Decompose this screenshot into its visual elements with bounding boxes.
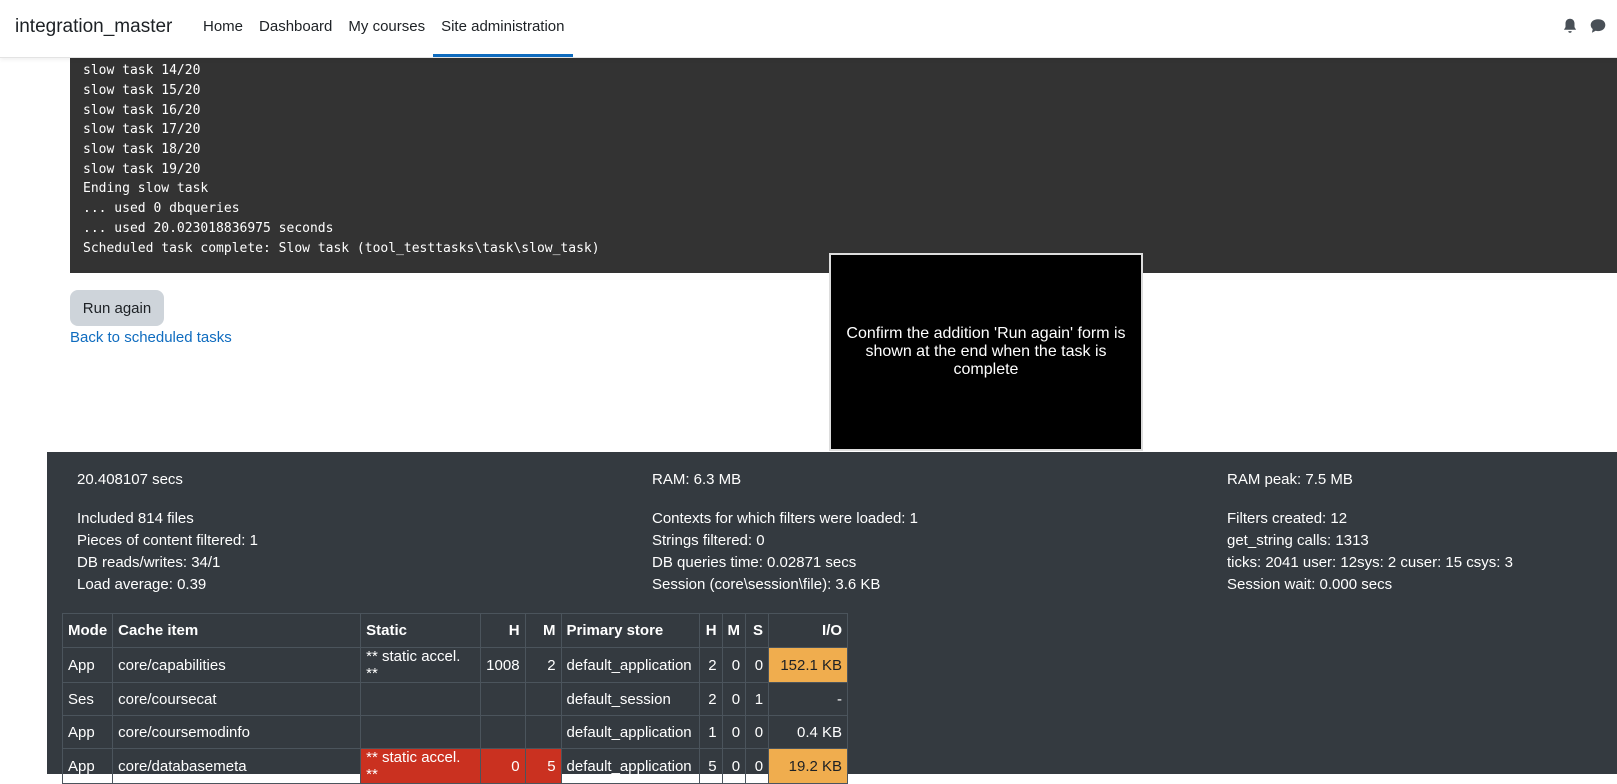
- perf-load-average: Load average: 0.39: [77, 576, 207, 593]
- cell-sets: 0: [745, 748, 770, 784]
- primary-nav: Home Dashboard My courses Site administr…: [195, 0, 573, 57]
- perf-included-files: Included 814 files: [77, 510, 194, 527]
- cell-hits: 2: [698, 647, 723, 683]
- run-again-button[interactable]: Run again: [70, 290, 164, 326]
- cell-cache-item: core/coursemodinfo: [112, 715, 362, 749]
- perf-contexts-filters: Contexts for which filters were loaded: …: [652, 510, 918, 527]
- table-row: Ses core/coursecat default_session 2 0 1…: [61, 682, 849, 716]
- bell-icon[interactable]: [1561, 17, 1579, 35]
- cell-hits: 5: [698, 748, 723, 784]
- cell-primary-store: default_application: [560, 748, 700, 784]
- table-row: App core/coursemodinfo default_applicati…: [61, 715, 849, 749]
- console-line: Ending slow task: [83, 181, 209, 196]
- cell-static: [360, 682, 482, 716]
- perf-filters-created: Filters created: 12: [1227, 510, 1348, 527]
- perf-db-reads-writes: DB reads/writes: 34/1: [77, 554, 221, 571]
- perf-session-size: Session (core\session\file): 3.6 KB: [652, 576, 881, 593]
- cell-cache-item: core/databasemeta: [112, 748, 362, 784]
- annotation-text: Confirm the addition 'Run again' form is…: [846, 325, 1126, 378]
- nav-my-courses[interactable]: My courses: [340, 0, 433, 54]
- cell-static: ** static accel. **: [360, 647, 482, 683]
- cell-io: -: [768, 682, 849, 716]
- table-header-row: Mode Cache item Static H M Primary store…: [61, 613, 849, 648]
- cell-sets: 0: [745, 647, 770, 683]
- cell-mode: Ses: [61, 682, 114, 716]
- perf-ticks: ticks: 2041 user: 12sys: 2 cuser: 15 csy…: [1227, 554, 1513, 571]
- col-static-misses: M: [524, 613, 562, 648]
- cell-static: [360, 715, 482, 749]
- col-misses: M: [721, 613, 747, 648]
- annotation-overlay: Confirm the addition 'Run again' form is…: [829, 253, 1143, 451]
- perf-session-wait: Session wait: 0.000 secs: [1227, 576, 1393, 593]
- cell-mode: App: [61, 715, 114, 749]
- console-line: slow task 17/20: [83, 122, 201, 137]
- nav-home[interactable]: Home: [195, 0, 251, 54]
- cell-misses: 0: [721, 682, 747, 716]
- cell-io: 152.1 KB: [768, 647, 849, 683]
- perf-ram-peak: RAM peak: 7.5 MB: [1227, 471, 1353, 488]
- perf-content-filtered: Pieces of content filtered: 1: [77, 532, 258, 549]
- cell-cache-item: core/coursecat: [112, 682, 362, 716]
- cache-usage-table: Mode Cache item Static H M Primary store…: [61, 613, 849, 784]
- cell-primary-store: default_application: [560, 715, 700, 749]
- perf-db-queries-time: DB queries time: 0.02871 secs: [652, 554, 857, 571]
- console-line: ... used 0 dbqueries: [83, 201, 240, 216]
- cell-static: ** static accel. **: [360, 748, 482, 784]
- cell-misses: 0: [721, 647, 747, 683]
- cell-static-hits: [480, 682, 526, 716]
- cell-static-misses: 5: [524, 748, 562, 784]
- cell-static-hits: 1008: [480, 647, 526, 683]
- col-sets: S: [745, 613, 770, 648]
- cell-primary-store: default_session: [560, 682, 700, 716]
- performance-footer: 20.408107 secs Included 814 files Pieces…: [47, 452, 1617, 784]
- cell-primary-store: default_application: [560, 647, 700, 683]
- back-to-scheduled-tasks-link[interactable]: Back to scheduled tasks: [70, 329, 232, 346]
- chat-icon[interactable]: [1589, 17, 1607, 35]
- console-line: slow task 14/20: [83, 63, 201, 78]
- cell-static-hits: 0: [480, 748, 526, 784]
- table-row: App core/databasemeta ** static accel. *…: [61, 748, 849, 784]
- cell-static-misses: [524, 682, 562, 716]
- nav-site-administration[interactable]: Site administration: [433, 0, 573, 57]
- col-mode: Mode: [61, 613, 114, 648]
- cell-io: 0.4 KB: [768, 715, 849, 749]
- cell-cache-item: core/capabilities: [112, 647, 362, 683]
- top-navbar: integration_master Home Dashboard My cou…: [0, 0, 1617, 58]
- cell-misses: 0: [721, 748, 747, 784]
- console-line: slow task 16/20: [83, 103, 201, 118]
- console-line: ... used 20.023018836975 seconds: [83, 221, 334, 236]
- perf-ram: RAM: 6.3 MB: [652, 471, 742, 488]
- table-row: App core/capabilities ** static accel. *…: [61, 647, 849, 683]
- cell-sets: 1: [745, 682, 770, 716]
- cell-mode: App: [61, 748, 114, 784]
- console-line: slow task 18/20: [83, 142, 201, 157]
- cell-static-misses: 2: [524, 647, 562, 683]
- site-brand[interactable]: integration_master: [15, 16, 172, 38]
- cell-static-hits: [480, 715, 526, 749]
- cell-mode: App: [61, 647, 114, 683]
- col-static-hits: H: [480, 613, 526, 648]
- col-cache-item: Cache item: [112, 613, 362, 648]
- col-io: I/O: [768, 613, 849, 648]
- cell-misses: 0: [721, 715, 747, 749]
- nav-dashboard[interactable]: Dashboard: [251, 0, 340, 54]
- cell-hits: 1: [698, 715, 723, 749]
- console-line: slow task 15/20: [83, 83, 201, 98]
- cell-io: 19.2 KB: [768, 748, 849, 784]
- task-output-console: slow task 14/20 slow task 15/20 slow tas…: [70, 57, 1617, 273]
- perf-strings-filtered: Strings filtered: 0: [652, 532, 765, 549]
- col-hits: H: [698, 613, 723, 648]
- nav-icons: [1561, 17, 1607, 35]
- console-line: slow task 19/20: [83, 162, 201, 177]
- col-primary-store: Primary store: [560, 613, 700, 648]
- cell-sets: 0: [745, 715, 770, 749]
- perf-time: 20.408107 secs: [77, 471, 183, 488]
- perf-get-string-calls: get_string calls: 1313: [1227, 532, 1369, 549]
- col-static: Static: [360, 613, 482, 648]
- cell-static-misses: [524, 715, 562, 749]
- console-line: Scheduled task complete: Slow task (tool…: [83, 241, 600, 256]
- cell-hits: 2: [698, 682, 723, 716]
